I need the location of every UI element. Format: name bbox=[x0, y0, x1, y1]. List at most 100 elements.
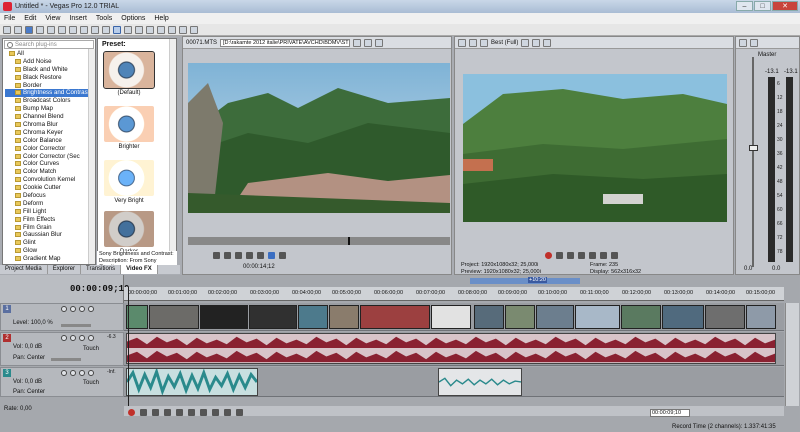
zoom-tool-icon[interactable] bbox=[146, 25, 154, 34]
next-frame-icon[interactable] bbox=[611, 252, 618, 259]
track-fx-icon[interactable] bbox=[61, 370, 67, 376]
render-icon[interactable] bbox=[47, 25, 55, 34]
video-clip[interactable] bbox=[360, 305, 430, 329]
pan-slider[interactable] bbox=[51, 358, 81, 361]
loop-icon[interactable] bbox=[213, 252, 220, 259]
fx-item[interactable]: Color Curves bbox=[5, 160, 95, 168]
track-motion-icon[interactable] bbox=[61, 306, 67, 312]
go-to-start-icon[interactable] bbox=[200, 409, 207, 416]
mute-icon[interactable] bbox=[79, 306, 85, 312]
preset-brighter[interactable]: Brighter bbox=[104, 106, 154, 150]
trimmer-menu-icon[interactable] bbox=[353, 38, 362, 47]
menu-view[interactable]: View bbox=[45, 15, 60, 22]
prev-frame-icon[interactable] bbox=[600, 252, 607, 259]
video-clip[interactable] bbox=[474, 305, 504, 329]
lock-envelopes-icon[interactable] bbox=[179, 25, 187, 34]
fx-item-selected[interactable]: Brightness and Contrast bbox=[5, 89, 95, 98]
track-fx-icon[interactable] bbox=[70, 306, 76, 312]
track-fx-icon[interactable] bbox=[61, 335, 67, 341]
fx-item[interactable]: Color Corrector bbox=[5, 145, 95, 153]
play-from-start-icon[interactable] bbox=[152, 409, 159, 416]
properties-icon[interactable] bbox=[36, 25, 44, 34]
pause-icon[interactable] bbox=[578, 252, 585, 259]
solo-icon[interactable] bbox=[88, 335, 94, 341]
play-icon[interactable] bbox=[224, 252, 231, 259]
video-clip[interactable] bbox=[126, 305, 148, 329]
preset-default[interactable]: (Default) bbox=[103, 51, 155, 96]
audio-clip[interactable] bbox=[126, 333, 776, 364]
record-icon[interactable] bbox=[545, 252, 552, 259]
video-clip[interactable] bbox=[705, 305, 745, 329]
fx-item[interactable]: All bbox=[5, 50, 95, 58]
close-button[interactable]: ✕ bbox=[772, 1, 798, 11]
fx-item[interactable]: Cookie Cutter bbox=[5, 184, 95, 192]
fx-item[interactable]: Chroma Keyer bbox=[5, 129, 95, 137]
redo-icon[interactable] bbox=[102, 25, 110, 34]
audio-clip[interactable] bbox=[438, 368, 522, 396]
loop-icon[interactable] bbox=[140, 409, 147, 416]
tree-scrollbar[interactable] bbox=[88, 49, 95, 264]
video-clip[interactable] bbox=[329, 305, 359, 329]
fx-item[interactable]: Convolution Kernel bbox=[5, 176, 95, 184]
preset-darker[interactable]: Darker bbox=[104, 211, 154, 255]
preview-props-icon[interactable] bbox=[458, 38, 466, 47]
stop-icon[interactable] bbox=[188, 409, 195, 416]
video-clip[interactable] bbox=[298, 305, 328, 329]
preset-scrollbar[interactable] bbox=[169, 39, 176, 264]
loop-region-bar[interactable]: +10:20 bbox=[470, 277, 580, 284]
menu-tools[interactable]: Tools bbox=[96, 15, 112, 22]
solo-icon[interactable] bbox=[88, 370, 94, 376]
trimmer-timeline[interactable] bbox=[188, 237, 450, 245]
arm-record-icon[interactable] bbox=[70, 335, 76, 341]
video-clip[interactable] bbox=[200, 305, 248, 329]
solo-icon[interactable] bbox=[88, 306, 94, 312]
tab-explorer[interactable]: Explorer bbox=[48, 265, 82, 274]
overwrite-icon[interactable] bbox=[279, 252, 286, 259]
fx-item[interactable]: Chroma Blur bbox=[5, 121, 95, 129]
master-mute-icon[interactable] bbox=[750, 38, 758, 47]
fx-item[interactable]: Add Noise bbox=[5, 58, 95, 66]
loop-icon[interactable] bbox=[556, 252, 563, 259]
video-clip[interactable] bbox=[249, 305, 297, 329]
time-ruler[interactable]: 00:00:00;00 00:01:00;00 00:02:00;00 00:0… bbox=[124, 287, 784, 301]
fx-item[interactable]: Film Effects bbox=[5, 216, 95, 224]
paste-icon[interactable] bbox=[80, 25, 88, 34]
add-to-timeline-icon[interactable] bbox=[268, 252, 275, 259]
trimmer-clear-icon[interactable] bbox=[375, 38, 384, 47]
fx-item[interactable]: Color Corrector (Sec bbox=[5, 153, 95, 161]
video-clip[interactable] bbox=[575, 305, 620, 329]
trimmer-cursor[interactable] bbox=[348, 237, 350, 245]
menu-edit[interactable]: Edit bbox=[24, 15, 36, 22]
audio-track-header[interactable]: 2 Vol: 0,0 dB Pan: Center Touch -6.3 bbox=[0, 332, 124, 366]
video-clip[interactable] bbox=[431, 305, 471, 329]
level-slider[interactable] bbox=[61, 324, 91, 327]
maximize-button[interactable]: □ bbox=[754, 1, 771, 11]
video-clip[interactable] bbox=[746, 305, 776, 329]
fx-item[interactable]: Color Match bbox=[5, 168, 95, 176]
fx-search-input[interactable]: Search plug-ins bbox=[4, 40, 94, 49]
record-icon[interactable] bbox=[128, 409, 135, 416]
menu-help[interactable]: Help bbox=[154, 15, 168, 22]
new-icon[interactable] bbox=[3, 25, 11, 34]
next-frame-icon[interactable] bbox=[236, 409, 243, 416]
minimize-button[interactable]: – bbox=[736, 1, 753, 11]
pause-icon[interactable] bbox=[176, 409, 183, 416]
automation-mode[interactable]: Touch bbox=[83, 380, 99, 386]
fx-item[interactable]: Fill Light bbox=[5, 208, 95, 216]
master-fx-icon[interactable] bbox=[739, 38, 747, 47]
timeline-cursor[interactable] bbox=[128, 287, 129, 415]
master-fader-knob[interactable] bbox=[749, 145, 758, 151]
external-monitor-icon[interactable] bbox=[469, 38, 477, 47]
cut-icon[interactable] bbox=[58, 25, 66, 34]
open-icon[interactable] bbox=[14, 25, 22, 34]
stop-icon[interactable] bbox=[589, 252, 596, 259]
video-track-header[interactable]: 1 Level: 100,0 % bbox=[0, 303, 124, 331]
menu-insert[interactable]: Insert bbox=[69, 15, 87, 22]
save-snapshot-icon[interactable] bbox=[543, 38, 552, 47]
fx-item[interactable]: Channel Blend bbox=[5, 113, 95, 121]
autoripple-icon[interactable] bbox=[168, 25, 176, 34]
automation-mode[interactable]: Touch bbox=[83, 346, 99, 352]
tab-transitions[interactable]: Transitions bbox=[81, 265, 122, 274]
mute-icon[interactable] bbox=[79, 370, 85, 376]
next-frame-icon[interactable] bbox=[257, 252, 264, 259]
